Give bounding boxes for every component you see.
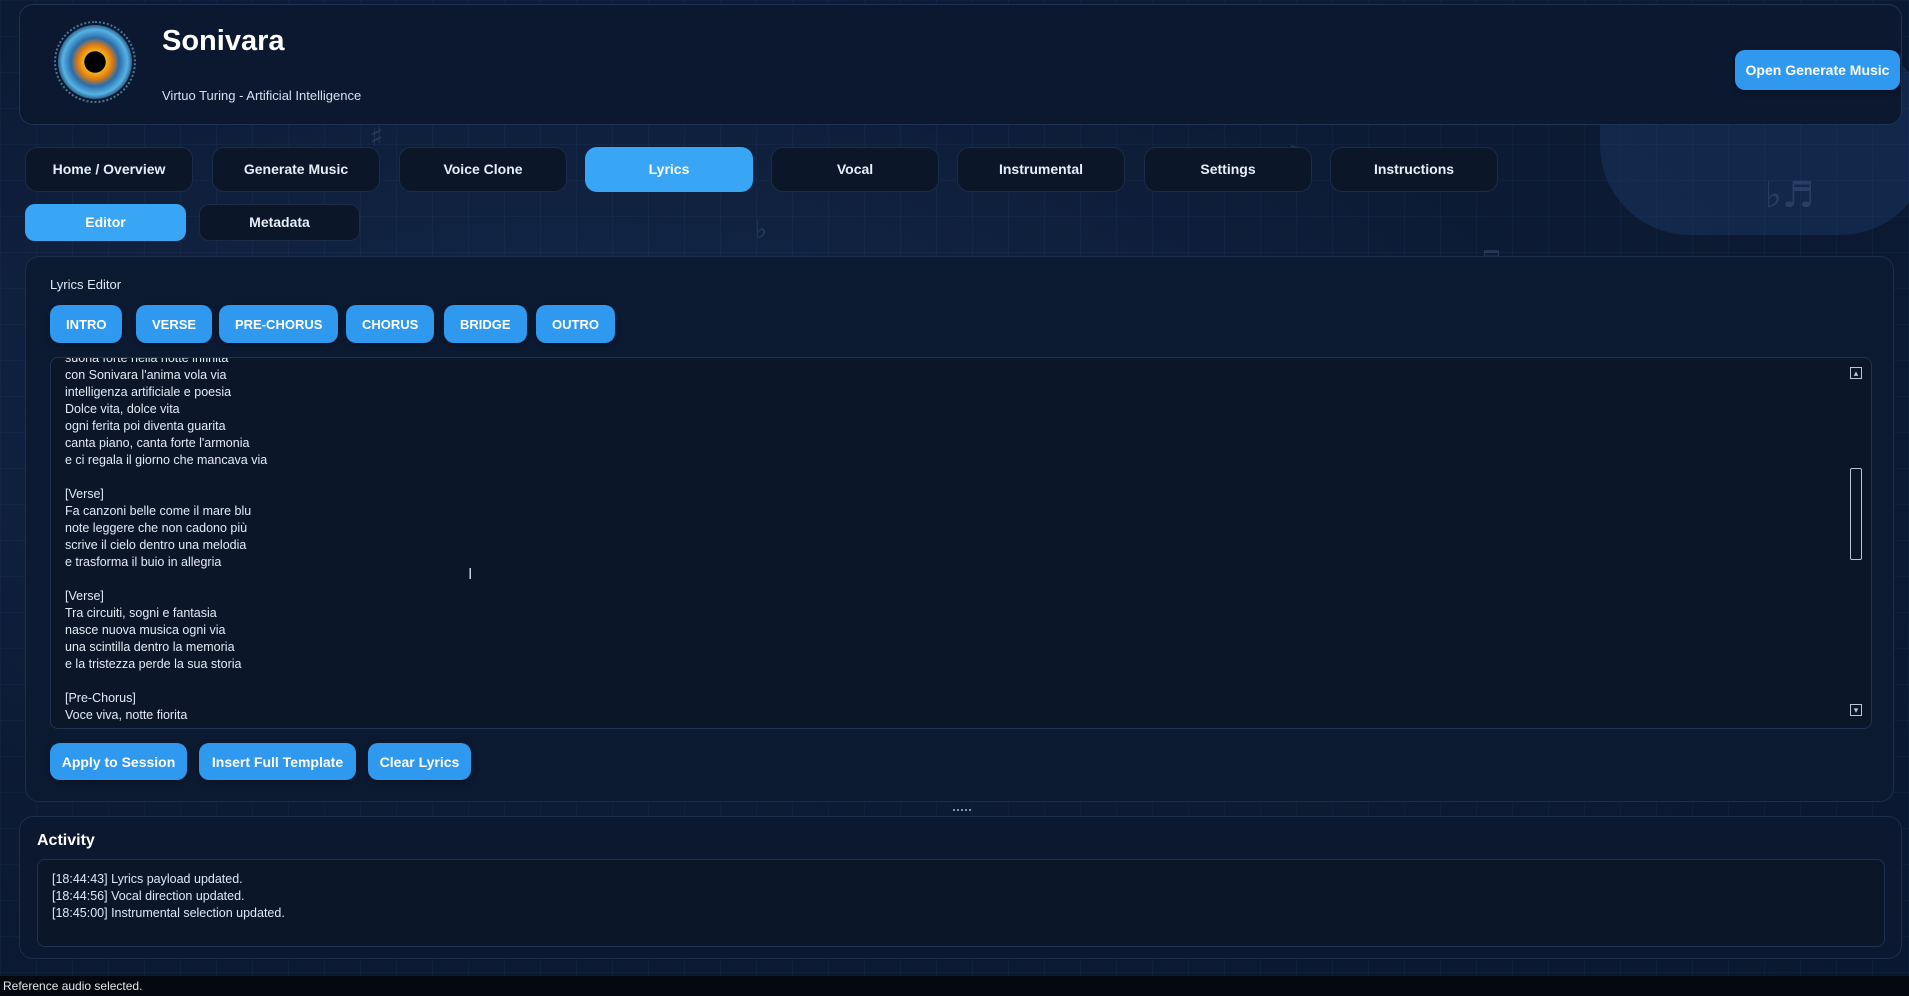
lyrics-editor-label: Lyrics Editor bbox=[50, 277, 122, 292]
insert-pre-chorus-button[interactable]: PRE-CHORUS bbox=[219, 305, 339, 343]
log-entry: [18:44:43] Lyrics payload updated. bbox=[52, 872, 243, 886]
lyrics-content[interactable]: suona forte nella notte infinita con Son… bbox=[65, 358, 1765, 724]
tab-instrumental[interactable]: Instrumental bbox=[957, 147, 1125, 192]
music-note-decoration: ♭♬ bbox=[1765, 175, 1815, 216]
insert-verse-button[interactable]: VERSE bbox=[136, 305, 213, 343]
log-entry: [18:44:56] Vocal direction updated. bbox=[52, 889, 245, 903]
app-logo bbox=[58, 25, 132, 99]
activity-log: [18:44:43] Lyrics payload updated. [18:4… bbox=[37, 859, 1885, 947]
open-generate-music-button[interactable]: Open Generate Music bbox=[1735, 50, 1900, 90]
insert-intro-button[interactable]: INTRO bbox=[50, 305, 123, 343]
insert-chorus-button[interactable]: CHORUS bbox=[346, 305, 435, 343]
app-subtitle: Virtuo Turing - Artificial Intelligence bbox=[162, 88, 362, 103]
log-entry: [18:45:00] Instrumental selection update… bbox=[52, 906, 285, 920]
tab-settings[interactable]: Settings bbox=[1144, 147, 1312, 192]
clear-lyrics-button[interactable]: Clear Lyrics bbox=[368, 743, 471, 780]
text-cursor-icon: I bbox=[468, 566, 473, 583]
activity-panel: Activity [18:44:43] Lyrics payload updat… bbox=[19, 816, 1902, 959]
scroll-up-icon[interactable]: ▴ bbox=[1850, 367, 1862, 379]
insert-full-template-button[interactable]: Insert Full Template bbox=[199, 743, 356, 780]
scrollbar-thumb[interactable] bbox=[1850, 468, 1862, 560]
tab-voice-clone[interactable]: Voice Clone bbox=[399, 147, 567, 192]
tab-vocal[interactable]: Vocal bbox=[771, 147, 939, 192]
tab-lyrics[interactable]: Lyrics bbox=[585, 147, 753, 192]
activity-title: Activity bbox=[37, 832, 95, 849]
panel-resize-handle[interactable] bbox=[953, 809, 971, 815]
tab-generate-music[interactable]: Generate Music bbox=[212, 147, 380, 192]
app-header: Sonivara Virtuo Turing - Artificial Inte… bbox=[19, 4, 1902, 125]
subtab-editor[interactable]: Editor bbox=[25, 204, 186, 241]
app-title: Sonivara bbox=[162, 25, 285, 57]
lyrics-textarea[interactable]: suona forte nella notte infinita con Son… bbox=[50, 357, 1872, 729]
tab-home-overview[interactable]: Home / Overview bbox=[25, 147, 193, 192]
lyrics-editor-panel: Lyrics Editor INTRO VERSE PRE-CHORUS CHO… bbox=[25, 256, 1894, 802]
apply-to-session-button[interactable]: Apply to Session bbox=[50, 743, 187, 780]
insert-outro-button[interactable]: OUTRO bbox=[536, 305, 615, 343]
tab-instructions[interactable]: Instructions bbox=[1330, 147, 1498, 192]
subtab-metadata[interactable]: Metadata bbox=[199, 204, 360, 241]
insert-bridge-button[interactable]: BRIDGE bbox=[444, 305, 527, 343]
scroll-down-icon[interactable]: ▾ bbox=[1850, 704, 1862, 716]
status-bar: Reference audio selected. bbox=[0, 976, 1909, 996]
music-note-decoration: ♭ bbox=[755, 215, 768, 245]
